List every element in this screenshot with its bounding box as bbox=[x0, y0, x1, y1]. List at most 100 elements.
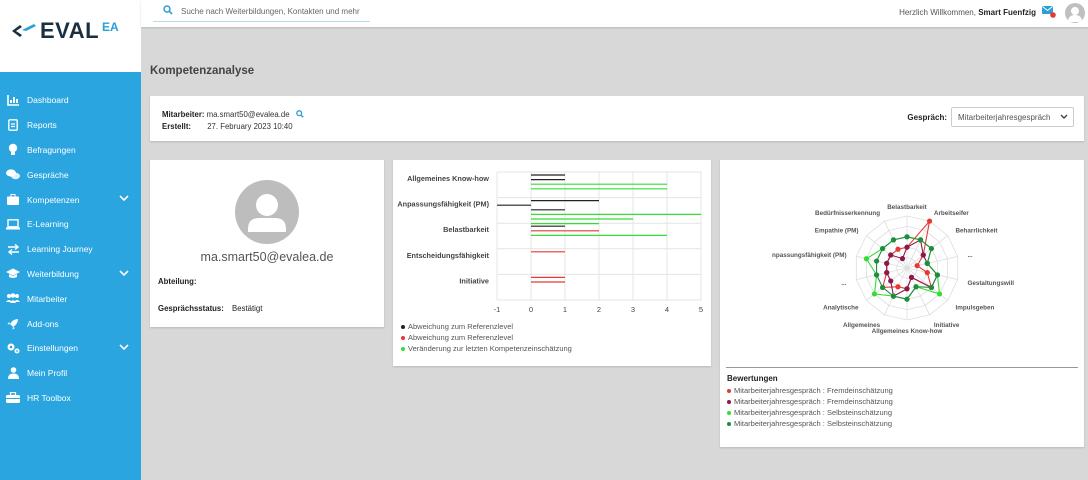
sidebar-item-label: Learning Journey bbox=[27, 244, 93, 255]
erstellt-value: 27. February 2023 10:40 bbox=[207, 122, 293, 131]
gears-icon bbox=[6, 341, 20, 355]
sidebar-item-kompetenzen[interactable]: Kompetenzen bbox=[0, 187, 141, 212]
mitarbeiter-row: Mitarbeiter: ma.smart50@evalea.de bbox=[162, 110, 304, 120]
radar-axis-label: Arbeitseifer bbox=[934, 210, 970, 217]
sidebar-item-label: Kompetenzen bbox=[27, 194, 80, 205]
radar-point bbox=[863, 256, 870, 262]
sidebar-item-label: HR Toolbox bbox=[27, 392, 71, 403]
sidebar-item-label: Gespräche bbox=[27, 169, 69, 180]
profile-card: ma.smart50@evalea.de Abteilung: Gespräch… bbox=[150, 160, 384, 327]
search-input[interactable] bbox=[181, 6, 366, 16]
legend-dot-green bbox=[727, 410, 731, 415]
legend-dot-red bbox=[727, 388, 731, 393]
radar-point bbox=[920, 252, 926, 258]
radar-point bbox=[873, 272, 880, 278]
sidebar-item-weiterbildung[interactable]: Weiterbildung bbox=[0, 262, 141, 287]
search-bar bbox=[153, 1, 370, 22]
radar-axis-label: Bedürfnisserkennung bbox=[815, 210, 880, 217]
reports-icon bbox=[6, 118, 20, 132]
chevron-down-icon bbox=[1060, 113, 1068, 122]
radar-chart: Belastbarkeit Arbeitseifer Beharrlichkeit.… bbox=[772, 204, 1014, 335]
radar-axis-label: ... bbox=[841, 280, 846, 287]
category-label: Anpassungsfähigkeit (PM) bbox=[397, 200, 489, 209]
radar-axis-label: npassungsfähigkeit (PM) bbox=[772, 252, 847, 259]
chevron-down-icon[interactable] bbox=[119, 194, 129, 204]
legend-label: Mitarbeiterjahresgespräch : Selbsteinsch… bbox=[734, 419, 893, 428]
legend-item: Abweichung zum Referenzlevel bbox=[401, 321, 572, 332]
radar-point bbox=[934, 272, 941, 278]
radar-point bbox=[895, 246, 901, 252]
sidebar-item-learning-journey[interactable]: Learning Journey bbox=[0, 237, 141, 262]
deviation-chart-card: Allgemeines Know-how Anpassungsfähigkeit … bbox=[393, 160, 711, 366]
user-name: Smart Fuenfzig bbox=[978, 8, 1036, 17]
sidebar-item-dashboard[interactable]: Dashboard bbox=[0, 88, 141, 113]
sidebar-item-mein-profil[interactable]: Mein Profil bbox=[0, 361, 141, 386]
legend-item: Veränderung zur letzten Kompetenzeinschä… bbox=[401, 343, 572, 354]
status-label: Gesprächsstatus: bbox=[158, 304, 224, 313]
tick-label: 5 bbox=[699, 305, 703, 314]
legend-dot-green bbox=[401, 346, 405, 351]
chevron-down-icon[interactable] bbox=[119, 269, 129, 279]
legend-label: Mitarbeiterjahresgespräch : Fremdeinschä… bbox=[734, 397, 893, 406]
logo-superscript: EA bbox=[102, 20, 119, 34]
sidebar-item-label: Mein Profil bbox=[27, 368, 68, 379]
legend-item: Mitarbeiterjahresgespräch : Selbsteinsch… bbox=[727, 407, 893, 418]
category-label: Belastbarkeit bbox=[443, 225, 489, 234]
sidebar-item-label: Mitarbeiter bbox=[27, 293, 68, 304]
radar-axis-label: ... bbox=[967, 252, 972, 259]
deviation-bar-chart: Allgemeines Know-how Anpassungsfähigkeit … bbox=[397, 171, 703, 314]
chat-icon bbox=[6, 168, 20, 182]
sidebar-item-reports[interactable]: Reports bbox=[0, 113, 141, 138]
mail-icon[interactable] bbox=[1042, 6, 1056, 18]
radar-legend: Bewertungen Mitarbeiterjahresgespräch : … bbox=[727, 374, 893, 429]
tick-label: 0 bbox=[529, 305, 533, 314]
radar-point bbox=[928, 284, 934, 291]
radar-point bbox=[904, 296, 910, 302]
search-icon[interactable] bbox=[163, 5, 175, 17]
sidebar-item-einstellungen[interactable]: Einstellungen bbox=[0, 336, 141, 361]
logo-text: EVAL bbox=[40, 18, 100, 43]
sidebar-item-label: Befragungen bbox=[27, 144, 76, 155]
sidebar-item-gespraeche[interactable]: Gespräche bbox=[0, 162, 141, 187]
radar-axis-label: Impulsgeben bbox=[955, 305, 994, 312]
radar-point bbox=[890, 293, 897, 299]
search-icon[interactable] bbox=[295, 110, 304, 120]
sidebar-item-label: E-Learning bbox=[27, 219, 69, 230]
bulb-icon bbox=[6, 143, 20, 157]
legend-label: Abweichung zum Referenzlevel bbox=[408, 333, 514, 342]
legend-label: Mitarbeiterjahresgespräch : Fremdeinschä… bbox=[734, 386, 893, 395]
avatar[interactable] bbox=[1065, 3, 1085, 23]
radar-point bbox=[884, 260, 890, 266]
sidebar-item-befragungen[interactable]: Befragungen bbox=[0, 138, 141, 163]
abteilung-label: Abteilung: bbox=[158, 277, 197, 286]
graduation-icon bbox=[6, 267, 20, 281]
radar-point bbox=[884, 270, 890, 276]
sidebar: EVAL EA Dashboard Reports Befragungen Ge… bbox=[0, 0, 141, 480]
gespraech-select[interactable]: Mitarbeiterjahresgespräch bbox=[951, 107, 1074, 127]
sidebar-item-elearning[interactable]: E-Learning bbox=[0, 212, 141, 237]
radar-point bbox=[936, 291, 943, 297]
gespraech-label: Gespräch: bbox=[907, 113, 947, 122]
gespraech-selected: Mitarbeiterjahresgespräch bbox=[958, 113, 1051, 122]
radar-point bbox=[899, 256, 906, 262]
radar-point bbox=[888, 252, 894, 258]
radar-point bbox=[888, 278, 894, 284]
radar-chart-card: Belastbarkeit Arbeitseifer Beharrlichkeit.… bbox=[720, 160, 1084, 447]
logo-mark-icon bbox=[12, 24, 36, 37]
welcome-prefix: Herzlich Willkommen, bbox=[899, 8, 976, 17]
legend-dot-darkgreen bbox=[727, 421, 731, 426]
legend-item: Abweichung zum Referenzlevel bbox=[401, 332, 572, 343]
radar-point bbox=[904, 286, 910, 292]
legend-dot-red bbox=[401, 335, 405, 340]
sidebar-item-mitarbeiter[interactable]: Mitarbeiter bbox=[0, 286, 141, 311]
radar-legend-title: Bewertungen bbox=[727, 374, 778, 383]
radar-point bbox=[914, 263, 920, 269]
legend-item: Mitarbeiterjahresgespräch : Selbsteinsch… bbox=[727, 418, 893, 429]
sidebar-item-hr-toolbox[interactable]: HR Toolbox bbox=[0, 386, 141, 411]
sidebar-item-label: Dashboard bbox=[27, 95, 69, 106]
bar-chart-legend: Abweichung zum Referenzlevel Abweichung … bbox=[401, 321, 572, 354]
mitarbeiter-label: Mitarbeiter: bbox=[162, 110, 205, 120]
evalea-logo[interactable]: EVAL EA bbox=[10, 18, 120, 48]
chevron-down-icon[interactable] bbox=[119, 343, 129, 353]
sidebar-item-addons[interactable]: Add-ons bbox=[0, 311, 141, 336]
